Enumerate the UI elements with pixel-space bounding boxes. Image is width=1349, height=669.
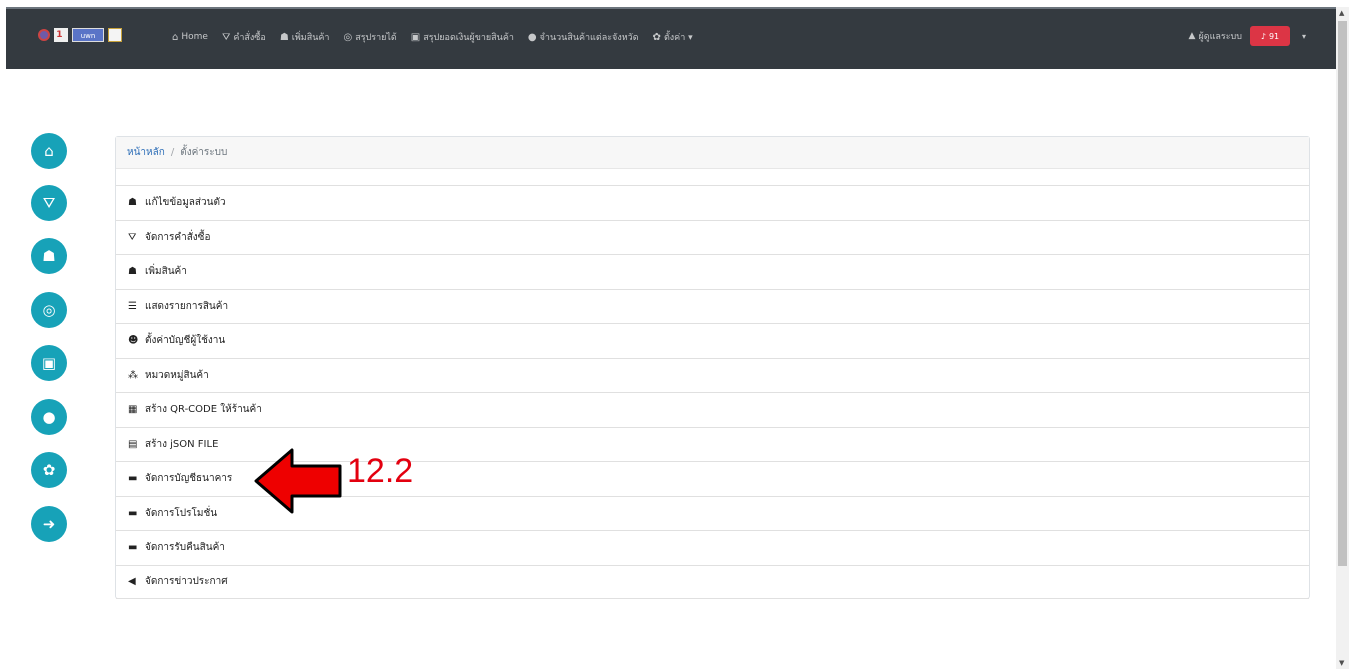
menu-label: แก้ไขข้อมูลส่วนตัว xyxy=(145,197,226,209)
menu-label: จัดการข่าวประกาศ xyxy=(145,576,228,588)
nav-label: สรุปยอดเงินผู้ขายสินค้า xyxy=(423,33,514,43)
user-icon: ▲ xyxy=(1188,31,1196,41)
bag-icon: ☗ xyxy=(279,31,289,43)
nav-label: ตั้งค่า ▾ xyxy=(663,33,693,43)
logo-mark: 1 xyxy=(54,28,68,42)
money-icon: ▣ xyxy=(41,354,57,372)
sidebar-cart-button[interactable]: ⛛ xyxy=(31,185,67,221)
cart-icon: ⛛ xyxy=(221,31,231,43)
sidebar-home-button[interactable]: ⌂ xyxy=(31,133,67,169)
cart-icon: ⛛ xyxy=(42,194,56,212)
scroll-down-icon[interactable]: ▼ xyxy=(1339,659,1344,667)
bag-icon: ☗ xyxy=(42,247,56,265)
gem-icon: ◎ xyxy=(343,31,353,43)
annotation-label: 12.2 xyxy=(347,452,414,490)
menu-user-accounts[interactable]: ☻ ตั้งค่าบัญชีผู้ใช้งาน xyxy=(116,323,1309,358)
menu-label: ตั้งค่าบัญชีผู้ใช้งาน xyxy=(145,335,226,347)
sitemap-icon: ⁂ xyxy=(128,369,138,381)
cart-icon: ⛛ xyxy=(128,231,137,243)
nav-seller-balance[interactable]: ▣ สรุปยอดเงินผู้ขายสินค้า xyxy=(411,30,514,44)
scrollbar-thumb[interactable] xyxy=(1338,21,1347,566)
bag-icon: ☗ xyxy=(128,266,137,278)
menu-announcements[interactable]: ◀ จัดการข่าวประกาศ xyxy=(116,564,1309,599)
location-icon: ● xyxy=(42,408,56,426)
sidebar-settings-button[interactable]: ✿ xyxy=(31,452,67,488)
user-area: ▲ ผู้ดูแลระบบ ♪ 91 ▾ xyxy=(1189,26,1306,46)
menu-label: จัดการโปรโมชั่น xyxy=(145,507,218,519)
list-icon: ☰ xyxy=(128,300,137,312)
location-icon: ● xyxy=(527,31,537,43)
menu-label: สร้าง jSON FILE xyxy=(145,438,219,450)
menu-label: สร้าง QR-CODE ให้ร้านค้า xyxy=(145,404,262,416)
id-card-icon: ▬ xyxy=(128,473,138,485)
id-card-icon: ▬ xyxy=(128,507,138,519)
top-navbar: 1 uwn ⌂ Home ⛛ คำสั่งซื้อ ☗ เพิ่มสินค้า ◎ สร… xyxy=(6,7,1336,69)
menu-returns[interactable]: ▬ จัดการรับคืนสินค้า xyxy=(116,530,1309,565)
menu-add-product[interactable]: ☗ เพิ่มสินค้า xyxy=(116,254,1309,289)
notification-button[interactable]: ♪ 91 xyxy=(1249,26,1290,46)
gem-icon: ◎ xyxy=(42,301,56,319)
logout-icon: ➜ xyxy=(42,515,56,533)
users-icon: ☻ xyxy=(128,335,139,347)
annotation-arrow-icon xyxy=(254,448,342,514)
scroll-up-icon[interactable]: ▲ xyxy=(1339,9,1344,17)
seal-logo xyxy=(38,29,50,41)
gear-icon: ✿ xyxy=(652,31,661,43)
bag-icon: ☗ xyxy=(128,197,137,209)
id-card-icon: ▬ xyxy=(128,542,138,554)
menu-label: จัดการบัญชีธนาคาร xyxy=(145,473,233,485)
menu-label: จัดการรับคืนสินค้า xyxy=(145,542,225,554)
nav-orders[interactable]: ⛛ คำสั่งซื้อ xyxy=(222,30,266,44)
file-code-icon: ▤ xyxy=(128,438,138,450)
megaphone-icon: ◀ xyxy=(128,576,136,588)
nav-label: คำสั่งซื้อ xyxy=(233,33,266,43)
menu-list-products[interactable]: ☰ แสดงรายการสินค้า xyxy=(116,288,1309,324)
brand-logos[interactable]: 1 uwn xyxy=(38,28,122,42)
menu-qr-code[interactable]: ▦ สร้าง QR-CODE ให้ร้านค้า xyxy=(116,392,1309,427)
bell-icon: ♪ xyxy=(1260,31,1266,41)
settings-menu-list: ☗ แก้ไขข้อมูลส่วนตัว ⛛ จัดการคำสั่งซื้อ ☗ เ… xyxy=(116,185,1309,599)
menu-label: เพิ่มสินค้า xyxy=(145,266,187,278)
logo-badge: uwn xyxy=(72,28,104,42)
settings-card: หน้าหลัก / ตั้งค่าระบบ ☗ แก้ไขข้อมูลส่วนต… xyxy=(115,136,1310,599)
nav-settings-dropdown[interactable]: ✿ ตั้งค่า ▾ xyxy=(653,30,693,44)
nav-label: สรุปรายได้ xyxy=(355,33,397,43)
home-icon: ⌂ xyxy=(44,142,54,160)
menu-categories[interactable]: ⁂ หมวดหมู่สินค้า xyxy=(116,357,1309,393)
sidebar-gem-button[interactable]: ◎ xyxy=(31,292,67,328)
nav-income[interactable]: ◎ สรุปรายได้ xyxy=(343,30,396,44)
qrcode-icon: ▦ xyxy=(128,404,138,416)
breadcrumb-separator: / xyxy=(170,147,175,158)
menu-manage-orders[interactable]: ⛛ จัดการคำสั่งซื้อ xyxy=(116,219,1309,255)
nav-label: จำนวนสินค้าแต่ละจังหวัด xyxy=(539,33,639,43)
page-scrollbar[interactable]: ▲ ▼ xyxy=(1336,7,1349,669)
nav-label: เพิ่มสินค้า xyxy=(291,33,330,43)
nav-menu: ⌂ Home ⛛ คำสั่งซื้อ ☗ เพิ่มสินค้า ◎ สรุปรายไ… xyxy=(172,30,707,44)
user-menu[interactable]: ▲ ผู้ดูแลระบบ xyxy=(1189,29,1242,43)
sidebar-money-button[interactable]: ▣ xyxy=(31,345,67,381)
nav-add-product[interactable]: ☗ เพิ่มสินค้า xyxy=(280,30,330,44)
notification-count: 91 xyxy=(1268,31,1280,41)
sidebar-location-button[interactable]: ● xyxy=(31,399,67,435)
nav-province-products[interactable]: ● จำนวนสินค้าแต่ละจังหวัด xyxy=(528,30,639,44)
home-icon: ⌂ xyxy=(172,31,179,43)
menu-edit-profile[interactable]: ☗ แก้ไขข้อมูลส่วนตัว xyxy=(116,185,1309,220)
breadcrumb-home-link[interactable]: หน้าหลัก xyxy=(127,145,165,160)
nav-home[interactable]: ⌂ Home xyxy=(172,32,208,43)
menu-label: หมวดหมู่สินค้า xyxy=(145,369,209,381)
menu-label: จัดการคำสั่งซื้อ xyxy=(145,231,211,243)
sidebar-logout-button[interactable]: ➜ xyxy=(31,506,67,542)
page: 1 uwn ⌂ Home ⛛ คำสั่งซื้อ ☗ เพิ่มสินค้า ◎ สร… xyxy=(0,0,1349,669)
sidebar-bag-button[interactable]: ☗ xyxy=(31,238,67,274)
emblem-logo xyxy=(108,28,122,42)
menu-label: แสดงรายการสินค้า xyxy=(145,300,229,312)
user-name: ผู้ดูแลระบบ xyxy=(1198,32,1242,42)
chevron-down-icon[interactable]: ▾ xyxy=(1302,32,1306,41)
money-icon: ▣ xyxy=(410,31,421,43)
gear-icon: ✿ xyxy=(42,461,56,479)
breadcrumb-current: ตั้งค่าระบบ xyxy=(180,147,228,158)
breadcrumb: หน้าหลัก / ตั้งค่าระบบ xyxy=(116,137,1309,169)
nav-label: Home xyxy=(181,32,208,42)
